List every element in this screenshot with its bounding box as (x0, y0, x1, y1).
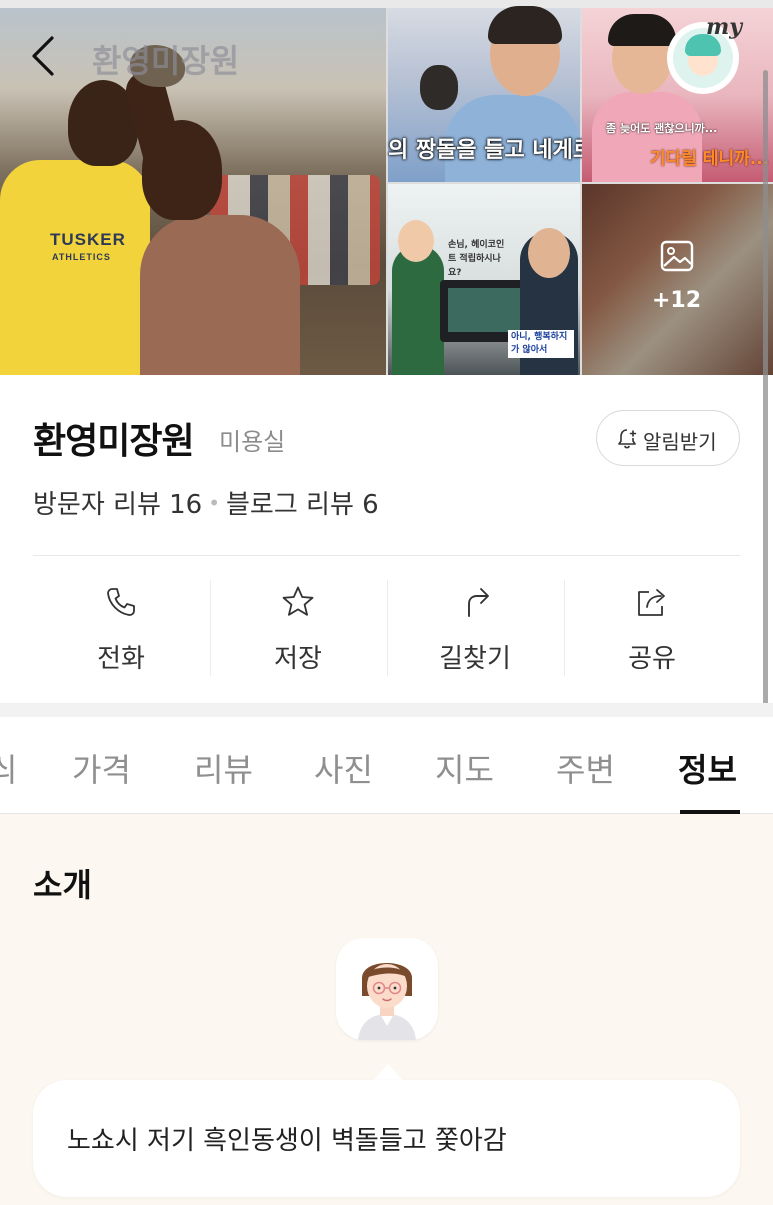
thumb2-caption-1: 좀 늦어도 괜찮으니까... (606, 122, 718, 135)
separator-dot: • (208, 491, 221, 515)
tab-nearby[interactable]: 주변 (556, 745, 615, 791)
person-yellow-shirt: TUSKER ATHLETICS (0, 160, 150, 375)
call-button[interactable]: 전화 (33, 580, 209, 680)
notify-button[interactable]: 알림받기 (596, 410, 740, 466)
thumb1-caption: 의 짱돌을 들고 네게로 가 (388, 138, 622, 163)
thumb3-woman (392, 245, 444, 375)
speech-bubble: 노쇼시 저기 흑인동생이 벽돌들고 쫓아감 (33, 1080, 740, 1197)
directions-icon (468, 588, 489, 617)
tab-reviews[interactable]: 리뷰 (194, 745, 253, 791)
chevron-left-icon (32, 36, 54, 76)
tab-price[interactable]: 가격 (72, 745, 131, 791)
tab-partial[interactable]: 싀 (0, 745, 17, 791)
intro-title: 소개 (33, 866, 92, 904)
owner-avatar (336, 938, 438, 1040)
thumb3-woman-head (398, 220, 434, 262)
more-photos-count: +12 (652, 288, 702, 313)
thumb3-speech: 손님, 헤이코인트 적립하시나요? (448, 240, 505, 278)
photo-thumbnail-more[interactable] (582, 184, 773, 375)
call-label: 전화 (97, 644, 145, 674)
shirt-logo: TUSKER (50, 230, 126, 249)
overlay-title: 환영미장원 (92, 42, 240, 80)
status-strip (0, 0, 773, 8)
directions-button[interactable]: 길찾기 (387, 580, 563, 680)
thumb3-screen (448, 288, 522, 332)
share-button[interactable]: 공유 (564, 580, 740, 680)
phone-icon (107, 588, 135, 616)
blog-reviews-link[interactable]: 블로그 리뷰 6 (226, 490, 379, 520)
share-label: 공유 (628, 644, 676, 674)
place-category: 미용실 (219, 428, 286, 456)
save-label: 저장 (274, 644, 322, 674)
intro-message: 노쇼시 저기 흑인동생이 벽돌들고 쫓아감 (67, 1126, 507, 1156)
notify-label: 알림받기 (643, 430, 717, 454)
share-icon (638, 589, 665, 616)
place-name: 환영미장원 (33, 421, 195, 462)
divider (33, 555, 740, 556)
thumb3-caption: 아니, 행복하지가 않아서 (508, 330, 574, 358)
gallery-icon (660, 240, 694, 272)
section-gap (0, 703, 773, 717)
visitor-reviews-link[interactable]: 방문자 리뷰 16 (33, 490, 202, 520)
thumb1-rock (420, 65, 458, 110)
person-head-shouting (142, 120, 222, 220)
thumb3-man-head (528, 228, 570, 278)
back-button[interactable] (28, 34, 72, 86)
review-summary: 방문자 리뷰 16 • 블로그 리뷰 6 (33, 484, 379, 521)
tab-bar: 싀 가격 리뷰 사진 지도 주변 정보 (0, 717, 773, 814)
my-label: my (706, 14, 743, 40)
directions-label: 길찾기 (439, 644, 511, 674)
shirt-logo-sub: ATHLETICS (52, 252, 111, 262)
bell-plus-icon (618, 429, 637, 449)
star-icon (282, 586, 314, 616)
tab-map[interactable]: 지도 (435, 745, 494, 791)
tab-photos[interactable]: 사진 (314, 745, 373, 791)
scrollbar[interactable] (763, 70, 768, 805)
thumb2-hair (608, 14, 676, 46)
photo-gallery[interactable]: TUSKER ATHLETICS 환영미장원 의 짱돌을 들고 네게로 가 좀 … (0, 0, 773, 375)
save-button[interactable]: 저장 (210, 580, 386, 680)
owner-avatar-icon (358, 963, 416, 1040)
tab-info[interactable]: 정보 (678, 745, 737, 791)
person-brown-shirt (140, 215, 300, 375)
action-bar: 전화 저장 길찾기 공유 (33, 580, 740, 680)
thumb2-caption-2: 기다릴 테니까... (650, 149, 770, 169)
intro-section: 소개 노쇼시 저기 흑인동생이 벽돌들고 쫓아감 (0, 814, 773, 1205)
